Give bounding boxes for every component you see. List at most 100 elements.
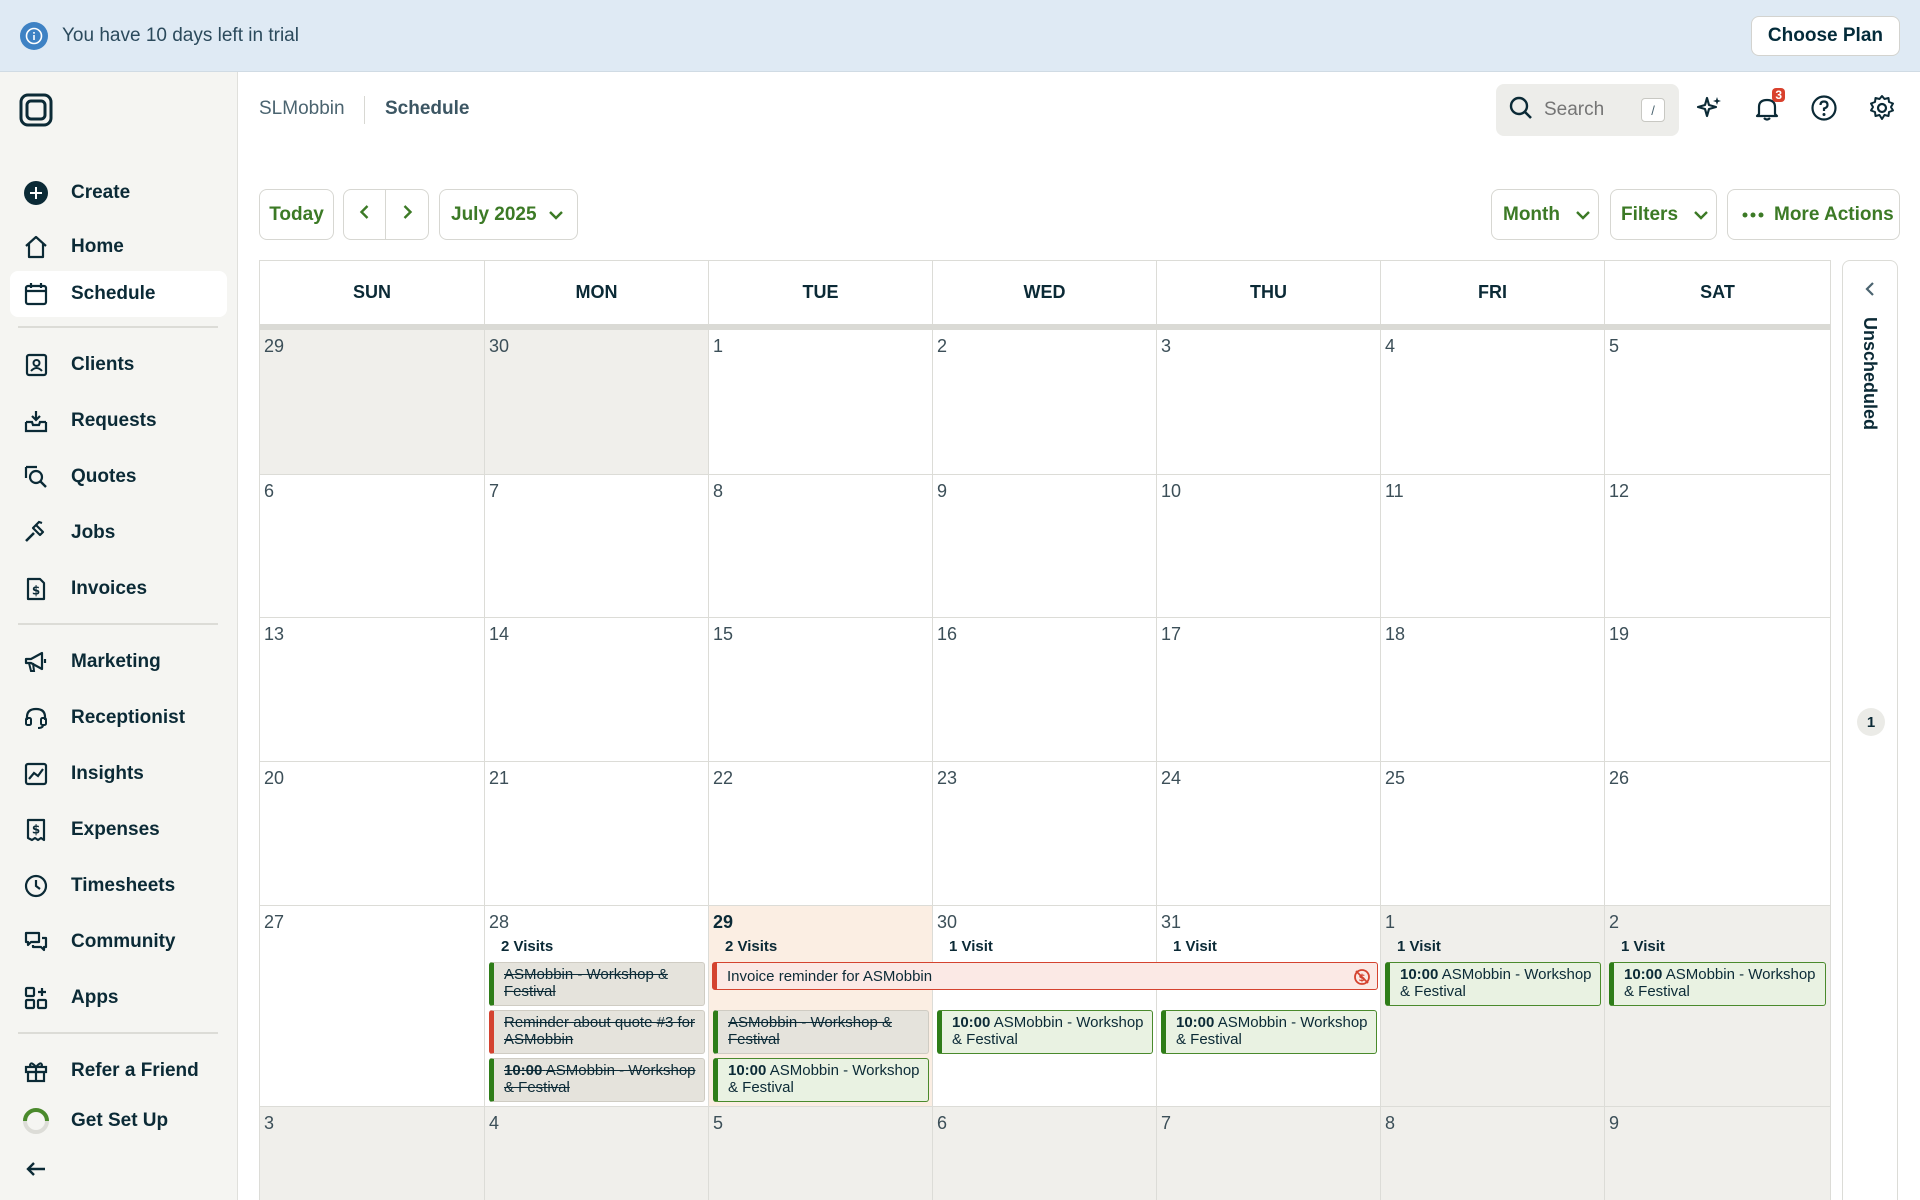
sidebar-divider xyxy=(18,623,218,625)
day-cell[interactable]: 6 xyxy=(260,475,485,618)
sidebar-item-home[interactable]: Home xyxy=(10,224,227,270)
day-cell[interactable]: 1 1 Visit xyxy=(1381,906,1605,1107)
today-button[interactable]: Today xyxy=(259,189,334,240)
filters-dropdown[interactable]: Filters xyxy=(1610,189,1717,240)
day-cell[interactable]: 15 xyxy=(709,618,933,762)
day-cell[interactable]: 6 xyxy=(933,1107,1157,1200)
day-cell[interactable]: 21 xyxy=(485,762,709,906)
day-cell[interactable]: 17 xyxy=(1157,618,1381,762)
day-cell[interactable]: 3 xyxy=(1157,330,1381,475)
sidebar-item-schedule[interactable]: Schedule xyxy=(10,271,227,317)
day-cell[interactable]: 27 xyxy=(260,906,485,1107)
day-cell[interactable]: 9 xyxy=(933,475,1157,618)
calendar-event-visit[interactable]: 10:00 ASMobbin - Workshop & Festival xyxy=(1609,962,1826,1006)
unscheduled-count-badge: 1 xyxy=(1857,708,1885,736)
sidebar-item-create[interactable]: Create xyxy=(10,170,227,216)
sidebar-item-label: Insights xyxy=(71,763,144,784)
day-cell[interactable]: 14 xyxy=(485,618,709,762)
day-number: 23 xyxy=(937,768,958,788)
choose-plan-button[interactable]: Choose Plan xyxy=(1750,16,1900,56)
day-cell[interactable]: 31 1 Visit xyxy=(1157,906,1381,1107)
view-dropdown[interactable]: Month xyxy=(1491,189,1599,240)
weekday-header: SAT xyxy=(1700,282,1735,302)
visit-count: 1 Visit xyxy=(1397,938,1441,955)
event-title: ASMobbin - Workshop & Festival xyxy=(728,1014,892,1048)
day-cell[interactable]: 4 xyxy=(485,1107,709,1200)
calendar-event-completed[interactable]: ASMobbin - Workshop & Festival xyxy=(713,1010,929,1054)
calendar-event-visit[interactable]: 10:00 ASMobbin - Workshop & Festival xyxy=(713,1058,929,1102)
day-cell[interactable]: 24 xyxy=(1157,762,1381,906)
chevron-left-icon[interactable] xyxy=(1860,279,1880,304)
notifications-button[interactable]: 3 xyxy=(1749,88,1785,128)
sidebar-item-jobs[interactable]: Jobs xyxy=(10,510,227,556)
more-actions-button[interactable]: More Actions xyxy=(1727,189,1900,240)
next-month-button[interactable] xyxy=(386,190,428,239)
day-cell[interactable]: 16 xyxy=(933,618,1157,762)
day-cell[interactable]: 10 xyxy=(1157,475,1381,618)
sidebar-item-community[interactable]: Community xyxy=(10,919,227,965)
search-input[interactable] xyxy=(1544,99,1644,121)
day-cell[interactable]: 8 xyxy=(709,475,933,618)
sidebar-item-refer-a-friend[interactable]: Refer a Friend xyxy=(10,1048,227,1094)
day-cell[interactable]: 2 1 Visit xyxy=(1605,906,1830,1107)
day-number: 28 xyxy=(489,912,510,932)
day-cell[interactable]: 3 xyxy=(260,1107,485,1200)
sidebar-item-label: Apps xyxy=(71,987,119,1008)
day-cell[interactable]: 7 xyxy=(1157,1107,1381,1200)
day-cell[interactable]: 19 xyxy=(1605,618,1830,762)
day-cell[interactable]: 20 xyxy=(260,762,485,906)
home-icon xyxy=(22,233,50,261)
day-cell[interactable]: 30 1 Visit xyxy=(933,906,1157,1107)
calendar-event-completed[interactable]: 10:00 ASMobbin - Workshop & Festival xyxy=(489,1058,705,1102)
sidebar-item-get-set-up[interactable]: Get Set Up xyxy=(10,1098,227,1144)
day-cell[interactable]: 23 xyxy=(933,762,1157,906)
day-cell[interactable]: 13 xyxy=(260,618,485,762)
collapse-sidebar-button[interactable] xyxy=(10,1146,227,1192)
sidebar-item-insights[interactable]: Insights xyxy=(10,751,227,797)
day-cell[interactable]: 1 xyxy=(709,330,933,475)
calendar-event-visit[interactable]: 10:00 ASMobbin - Workshop & Festival xyxy=(1161,1010,1377,1054)
day-cell[interactable]: 2 xyxy=(933,330,1157,475)
day-cell[interactable]: 8 xyxy=(1381,1107,1605,1200)
day-cell[interactable]: 18 xyxy=(1381,618,1605,762)
day-cell[interactable]: 29 xyxy=(260,330,485,475)
help-button[interactable] xyxy=(1806,92,1842,128)
sidebar-item-requests[interactable]: Requests xyxy=(10,398,227,444)
settings-button[interactable] xyxy=(1864,92,1900,128)
day-cell[interactable]: 12 xyxy=(1605,475,1830,618)
day-cell[interactable]: 30 xyxy=(485,330,709,475)
breadcrumb-company[interactable]: SLMobbin xyxy=(259,98,345,120)
calendar-event-visit[interactable]: 10:00 ASMobbin - Workshop & Festival xyxy=(937,1010,1153,1054)
day-cell[interactable]: 5 xyxy=(709,1107,933,1200)
sidebar-item-marketing[interactable]: Marketing xyxy=(10,639,227,685)
day-cell[interactable]: 26 xyxy=(1605,762,1830,906)
sidebar-item-clients[interactable]: Clients xyxy=(10,342,227,388)
sidebar-item-apps[interactable]: Apps xyxy=(10,975,227,1021)
day-number: 17 xyxy=(1161,624,1182,644)
month-picker-dropdown[interactable]: July 2025 xyxy=(439,189,578,240)
calendar-event-invoice-reminder[interactable]: Invoice reminder for ASMobbin $ xyxy=(712,962,1378,990)
app-logo-icon[interactable] xyxy=(18,92,54,128)
sidebar-item-quotes[interactable]: Quotes xyxy=(10,454,227,500)
day-cell[interactable]: 9 xyxy=(1605,1107,1830,1200)
day-cell[interactable]: 4 xyxy=(1381,330,1605,475)
day-number: 4 xyxy=(489,1113,500,1133)
sidebar-item-expenses[interactable]: $ Expenses xyxy=(10,807,227,853)
calendar-event-completed[interactable]: ASMobbin - Workshop & Festival xyxy=(489,962,705,1006)
day-cell[interactable]: 5 xyxy=(1605,330,1830,475)
day-cell[interactable]: 11 xyxy=(1381,475,1605,618)
search-box[interactable]: / xyxy=(1496,84,1679,136)
previous-month-button[interactable] xyxy=(344,190,386,239)
day-number: 2 xyxy=(1609,912,1620,932)
sidebar-item-timesheets[interactable]: Timesheets xyxy=(10,863,227,909)
help-icon xyxy=(1810,94,1838,127)
calendar-event-visit[interactable]: 10:00 ASMobbin - Workshop & Festival xyxy=(1385,962,1601,1006)
unscheduled-panel[interactable]: Unscheduled 1 xyxy=(1842,260,1898,1200)
day-cell[interactable]: 7 xyxy=(485,475,709,618)
sidebar-item-receptionist[interactable]: Receptionist xyxy=(10,695,227,741)
day-cell[interactable]: 25 xyxy=(1381,762,1605,906)
day-cell[interactable]: 22 xyxy=(709,762,933,906)
calendar-event-reminder-completed[interactable]: Reminder about quote #3 for ASMobbin xyxy=(489,1010,705,1054)
ai-sparkle-button[interactable] xyxy=(1692,92,1728,128)
sidebar-item-invoices[interactable]: $ Invoices xyxy=(10,566,227,612)
